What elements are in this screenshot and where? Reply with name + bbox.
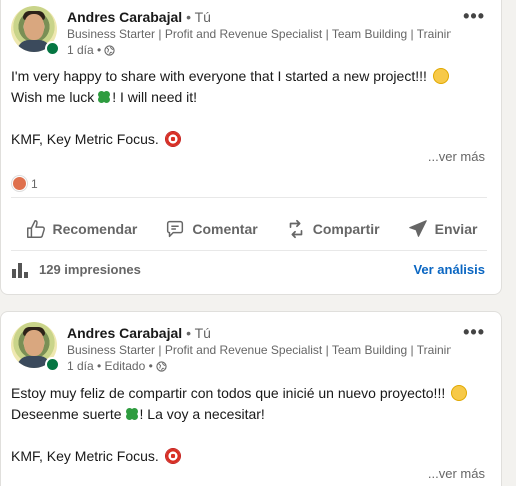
post-time: 1 día • Editado • bbox=[67, 359, 153, 373]
smiling-face-emoji bbox=[451, 385, 468, 401]
send-icon bbox=[408, 220, 427, 237]
comment-label: Comentar bbox=[192, 221, 258, 237]
post-line: Deseenme suerte bbox=[11, 406, 122, 422]
author-headline: Business Starter | Profit and Revenue Sp… bbox=[67, 343, 451, 357]
globe-icon bbox=[104, 44, 115, 56]
see-more-link[interactable]: ...ver más bbox=[428, 149, 485, 164]
post-line: KMF, Key Metric Focus. bbox=[11, 131, 159, 147]
send-button[interactable]: Enviar bbox=[401, 212, 484, 246]
reaction-count: 1 bbox=[31, 176, 38, 191]
presence-indicator bbox=[45, 357, 60, 372]
author-name[interactable]: Andres Carabajal bbox=[67, 325, 182, 341]
author-tag: • Tú bbox=[186, 325, 211, 341]
globe-icon bbox=[156, 360, 167, 372]
like-button[interactable]: Recomendar bbox=[19, 212, 144, 246]
presence-indicator bbox=[45, 41, 60, 56]
direct-hit-emoji bbox=[164, 448, 181, 464]
action-bar: Recomendar Comentar Compartir Enviar bbox=[1, 212, 501, 246]
post-line: ! La voy a necesitar! bbox=[139, 406, 265, 422]
post-line: KMF, Key Metric Focus. bbox=[11, 448, 159, 464]
post-line: Wish me luck bbox=[11, 89, 95, 105]
post-body: I'm very happy to share with everyone th… bbox=[11, 66, 449, 150]
thumbs-up-icon bbox=[26, 220, 45, 238]
four-leaf-clover-emoji bbox=[125, 408, 138, 420]
post-body: Estoy muy feliz de compartir con todos q… bbox=[11, 383, 468, 467]
divider bbox=[11, 197, 487, 198]
repost-icon bbox=[289, 219, 303, 239]
post-time: 1 día • bbox=[67, 43, 102, 57]
repost-button[interactable]: Compartir bbox=[279, 212, 386, 246]
smiling-face-emoji bbox=[432, 68, 449, 84]
four-leaf-clover-emoji bbox=[98, 91, 111, 103]
post-line: Estoy muy feliz de compartir con todos q… bbox=[11, 385, 446, 401]
bar-chart-icon bbox=[12, 263, 28, 278]
view-analytics-link[interactable]: Ver análisis bbox=[413, 262, 485, 277]
author-headline: Business Starter | Profit and Revenue Sp… bbox=[67, 27, 451, 41]
post-line: I'm very happy to share with everyone th… bbox=[11, 68, 427, 84]
send-label: Enviar bbox=[434, 221, 478, 237]
comment-button[interactable]: Comentar bbox=[158, 212, 263, 246]
author-tag: • Tú bbox=[186, 9, 211, 25]
post-line: ! I will need it! bbox=[112, 89, 198, 105]
repost-label: Compartir bbox=[312, 221, 380, 237]
reactions-summary[interactable]: 1 bbox=[12, 176, 38, 191]
author-name[interactable]: Andres Carabajal bbox=[67, 9, 182, 25]
more-options-icon[interactable]: ••• bbox=[463, 322, 485, 343]
reaction-icon bbox=[12, 176, 27, 191]
divider bbox=[11, 250, 487, 251]
comment-icon bbox=[167, 220, 184, 238]
more-options-icon[interactable]: ••• bbox=[463, 6, 485, 27]
impressions-count: 129 impresiones bbox=[39, 261, 141, 277]
like-label: Recomendar bbox=[52, 221, 138, 237]
impressions-stat[interactable]: 129 impresiones bbox=[11, 260, 141, 278]
post-card: Andres Carabajal • Tú Business Starter |… bbox=[0, 311, 502, 486]
direct-hit-emoji bbox=[164, 131, 181, 147]
post-card: Andres Carabajal • Tú Business Starter |… bbox=[0, 0, 502, 295]
see-more-link[interactable]: ...ver más bbox=[428, 466, 485, 481]
